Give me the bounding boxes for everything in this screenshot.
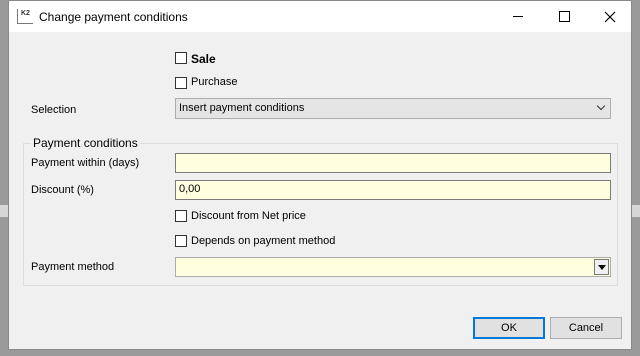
depends-method-checkbox[interactable] <box>175 235 187 247</box>
dropdown-arrow-icon <box>598 265 606 270</box>
payment-method-combo[interactable] <box>175 257 611 277</box>
dialog-window: K2 Change payment conditions Sale Purcha… <box>8 0 632 350</box>
close-icon <box>604 11 616 22</box>
depends-method-label: Depends on payment method <box>191 235 336 247</box>
discount-net-checkbox[interactable] <box>175 210 187 222</box>
selection-label: Selection <box>31 104 77 116</box>
purchase-label: Purchase <box>191 76 238 88</box>
sale-checkbox[interactable] <box>175 52 187 64</box>
background-strip-left <box>0 205 8 217</box>
discount-net-label: Discount from Net price <box>191 210 306 222</box>
selection-combo[interactable]: Insert payment conditions <box>175 98 611 119</box>
payment-method-dropdown-button[interactable] <box>594 259 609 275</box>
minimize-button[interactable] <box>495 1 541 32</box>
payment-within-label: Payment within (days) <box>31 157 140 169</box>
app-icon-text: K2 <box>21 10 30 17</box>
ok-button[interactable]: OK <box>473 317 545 339</box>
discount-label: Discount (%) <box>31 184 94 196</box>
payment-method-label: Payment method <box>31 261 115 273</box>
close-button[interactable] <box>587 1 633 32</box>
selection-combo-value: Insert payment conditions <box>179 102 305 114</box>
discount-input[interactable]: 0,00 <box>175 180 611 200</box>
sale-label: Sale <box>191 52 216 66</box>
title-bar[interactable]: K2 Change payment conditions <box>9 1 631 32</box>
maximize-icon <box>558 11 570 22</box>
payment-conditions-title: Payment conditions <box>31 136 140 150</box>
maximize-button[interactable] <box>541 1 587 32</box>
window-title: Change payment conditions <box>39 10 188 24</box>
background-strip-right <box>632 205 640 217</box>
payment-within-input[interactable] <box>175 153 611 173</box>
purchase-checkbox[interactable] <box>175 77 187 89</box>
minimize-icon <box>513 16 523 17</box>
app-icon: K2 <box>17 9 33 24</box>
cancel-button[interactable]: Cancel <box>550 317 622 339</box>
chevron-down-icon <box>596 101 606 111</box>
